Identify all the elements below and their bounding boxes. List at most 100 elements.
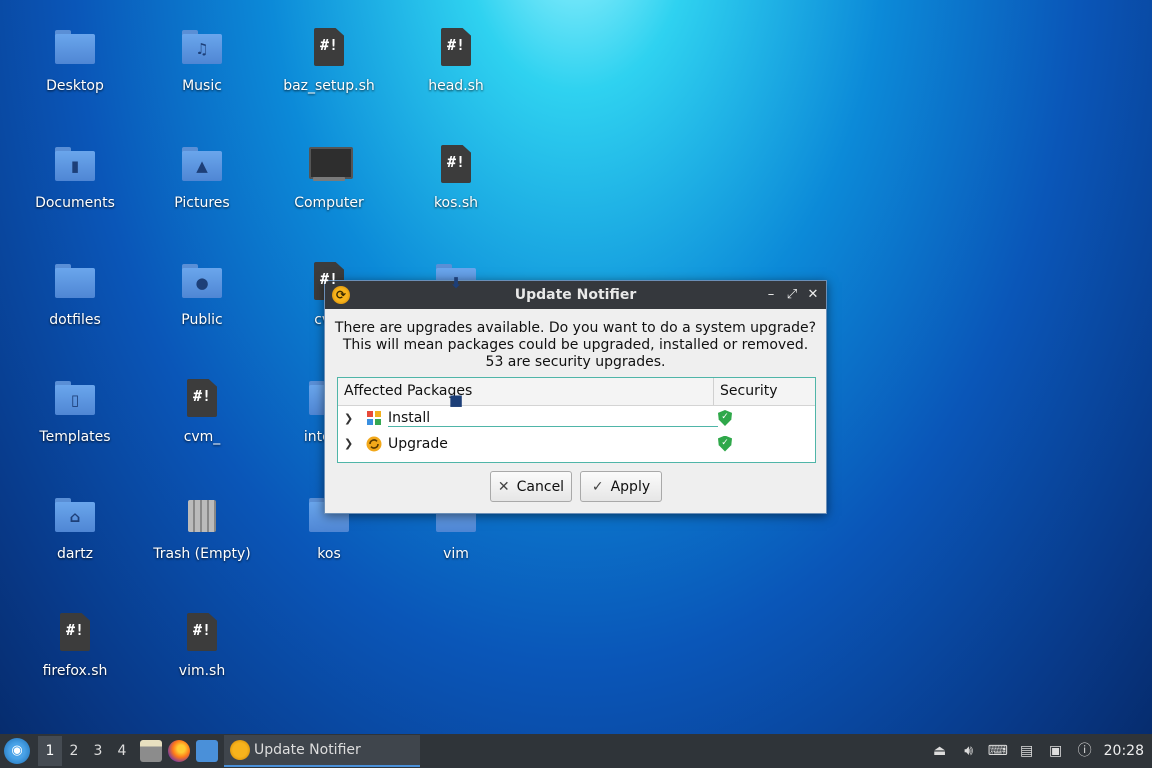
desktop-icon[interactable]: dotfiles	[20, 240, 130, 340]
desktop-icon-label: vim	[443, 546, 469, 562]
desktop-icon-label: dotfiles	[49, 312, 101, 328]
desktop-icon-label: Pictures	[174, 195, 230, 211]
desktop-icon-label: kos	[317, 546, 341, 562]
show-desktop-icon[interactable]	[196, 740, 218, 762]
update-notifier-icon	[230, 740, 250, 760]
dialog-message: There are upgrades available. Do you wan…	[325, 320, 826, 371]
file-manager-icon[interactable]	[140, 740, 162, 762]
affected-packages-table[interactable]: Affected Packages Security ❯ Install ✓ ❯…	[337, 377, 816, 463]
dialog-titlebar[interactable]: ⟳ Update Notifier – ⤢ ✕	[325, 281, 826, 309]
folder-icon: ▲	[178, 141, 226, 189]
eject-icon[interactable]: ⏏	[930, 741, 950, 761]
desktop-icon[interactable]: ⌂ dartz	[20, 474, 130, 574]
apply-button[interactable]: ✓ Apply	[580, 471, 662, 502]
cancel-icon: ✕	[497, 478, 510, 495]
desktop-icon-label: Music	[182, 78, 222, 94]
cancel-label: Cancel	[516, 478, 565, 495]
desktop-icon-label: baz_setup.sh	[283, 78, 375, 94]
desktop-icon[interactable]: ▮ Documents	[20, 123, 130, 223]
desktop-icon[interactable]: #! kos.sh	[401, 123, 511, 223]
clipboard-icon[interactable]: ▤	[1017, 741, 1037, 761]
script-icon: #!	[178, 609, 226, 657]
desktop-icon[interactable]: #! baz_setup.sh	[274, 6, 384, 106]
icon-emblem: ■	[448, 391, 464, 409]
icon-emblem: ⌂	[69, 508, 81, 526]
network-icon[interactable]: ▣	[1046, 741, 1066, 761]
desktop-icon-label: Public	[181, 312, 223, 328]
table-header: Affected Packages Security	[338, 378, 815, 406]
keyboard-icon[interactable]: ⌨	[988, 741, 1008, 761]
script-icon: #!	[305, 24, 353, 72]
desktop-icon[interactable]: Trash (Empty)	[147, 474, 257, 574]
update-notifier-dialog: ⟳ Update Notifier – ⤢ ✕ There are upgrad…	[324, 280, 827, 514]
icon-emblem: #!	[319, 270, 339, 288]
workspace-2[interactable]: 2	[62, 743, 86, 759]
firefox-icon[interactable]	[168, 740, 190, 762]
folder-icon: ⌂	[51, 492, 99, 540]
desktop-icon[interactable]: ▲ Pictures	[147, 123, 257, 223]
desktop-icon[interactable]: ● Public	[147, 240, 257, 340]
maximize-button[interactable]: ⤢	[783, 286, 801, 304]
icon-emblem: #!	[319, 36, 339, 54]
desktop-icon-label: cvm_	[183, 429, 221, 445]
shield-check-icon: ✓	[718, 435, 732, 452]
clock[interactable]: 20:28	[1104, 743, 1144, 759]
desktop-icon-label: firefox.sh	[42, 663, 108, 679]
desktop-icon[interactable]: #! firefox.sh	[20, 591, 130, 691]
script-icon: #!	[51, 609, 99, 657]
icon-emblem: ▮	[70, 157, 80, 175]
desktop-icon[interactable]: #! vim.sh	[147, 591, 257, 691]
taskbar: ◉ 1 2 3 4 Update Notifier ⏏ 🔊︎ ⌨ ▤ ▣ ⓘ 2…	[0, 734, 1152, 768]
chevron-right-icon[interactable]: ❯	[344, 437, 358, 450]
workspace-4[interactable]: 4	[110, 743, 134, 759]
desktop-icon[interactable]: ▯ Templates	[20, 357, 130, 457]
message-line: There are upgrades available. Do you wan…	[334, 320, 817, 336]
start-menu-icon[interactable]: ◉	[4, 738, 30, 764]
folder-icon: ●	[178, 258, 226, 306]
chevron-right-icon[interactable]: ❯	[344, 412, 358, 425]
column-header-security[interactable]: Security	[714, 378, 784, 405]
folder-icon: ▯	[51, 375, 99, 423]
system-tray: ⏏ 🔊︎ ⌨ ▤ ▣ ⓘ 20:28	[930, 734, 1152, 768]
checkmark-icon: ✓	[591, 478, 604, 495]
desktop-icon-label: Documents	[35, 195, 115, 211]
desktop-icon[interactable]: ♫ Music	[147, 6, 257, 106]
desktop-icon-label: Computer	[294, 195, 364, 211]
desktop-icon-label: dartz	[56, 546, 94, 562]
volume-icon[interactable]: 🔊︎	[959, 741, 979, 761]
script-icon: #!	[178, 375, 226, 423]
workspace-1[interactable]: 1	[38, 736, 62, 766]
icon-emblem: #!	[192, 621, 212, 639]
message-line: 53 are security upgrades.	[485, 354, 666, 370]
workspace-3[interactable]: 3	[86, 743, 110, 759]
table-row[interactable]: ❯ Install ✓	[338, 406, 815, 431]
column-header-packages[interactable]: Affected Packages	[338, 378, 714, 405]
desktop-icon-label: head.sh	[428, 78, 484, 94]
folder-icon: ▮	[51, 141, 99, 189]
update-alert-icon[interactable]: ⓘ	[1075, 741, 1095, 761]
folder-icon	[51, 258, 99, 306]
desktop-icon[interactable]: Computer	[274, 123, 384, 223]
shield-check-icon: ✓	[718, 410, 732, 426]
taskbar-item-label: Update Notifier	[254, 742, 361, 758]
folder-icon: ♫	[178, 24, 226, 72]
dialog-title: Update Notifier	[514, 287, 637, 303]
desktop-icon[interactable]: #! head.sh	[401, 6, 511, 106]
taskbar-item-update-notifier[interactable]: Update Notifier	[224, 735, 420, 767]
icon-emblem: #!	[446, 36, 466, 54]
desktop-icon[interactable]: #! cvm_	[147, 357, 257, 457]
table-row[interactable]: ❯ Upgrade ✓	[338, 431, 815, 456]
close-button[interactable]: ✕	[804, 286, 822, 304]
folder-icon	[51, 24, 99, 72]
desktop-icon-label: kos.sh	[433, 195, 479, 211]
desktop-icon[interactable]: Desktop	[20, 6, 130, 106]
minimize-button[interactable]: –	[762, 286, 780, 304]
computer-icon	[305, 141, 353, 189]
icon-emblem: ▯	[70, 391, 80, 409]
script-icon: #!	[432, 141, 480, 189]
apply-label: Apply	[610, 478, 651, 495]
icon-emblem: ⬇	[449, 274, 463, 292]
icon-emblem: #!	[192, 387, 212, 405]
icon-emblem: #!	[446, 153, 466, 171]
cancel-button[interactable]: ✕ Cancel	[490, 471, 572, 502]
